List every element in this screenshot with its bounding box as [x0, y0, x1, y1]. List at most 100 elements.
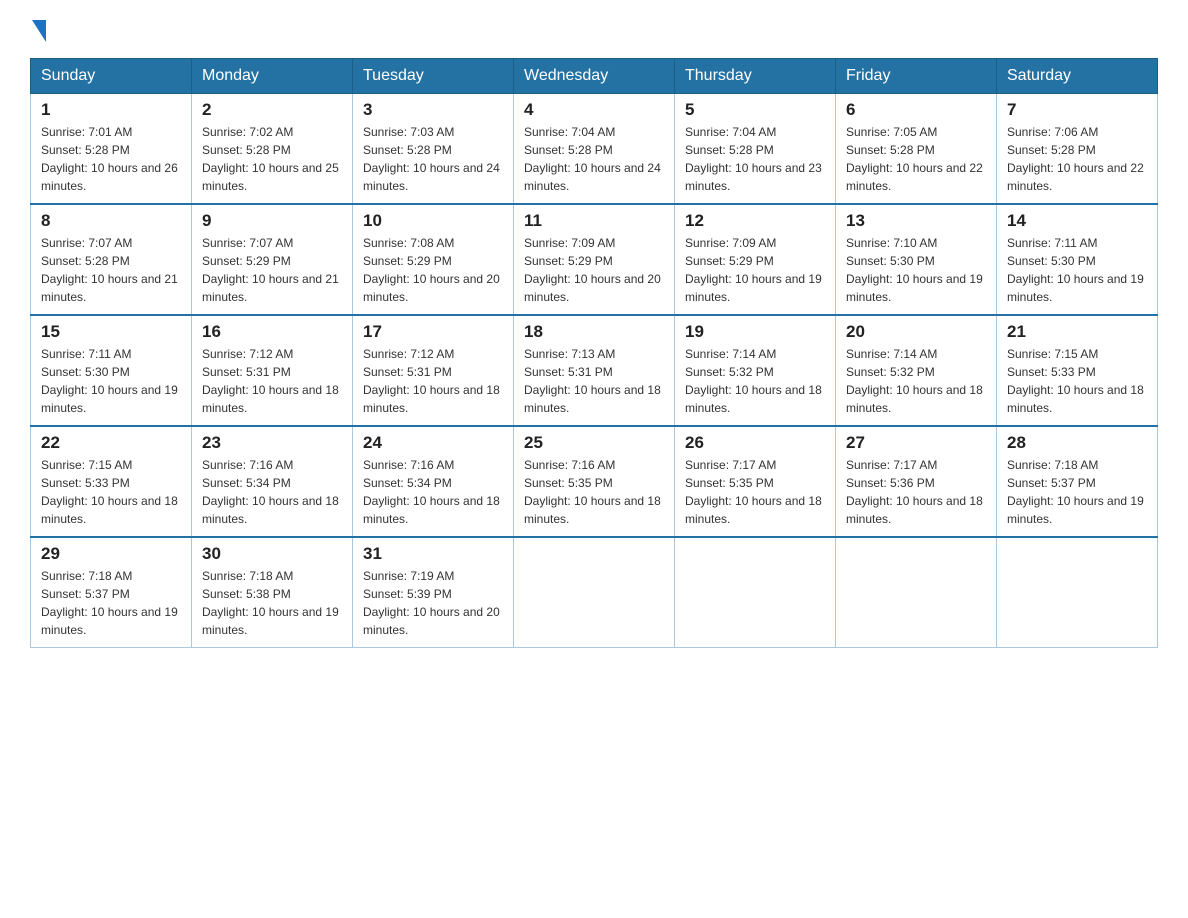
day-number: 26: [685, 433, 825, 453]
calendar-cell: 10 Sunrise: 7:08 AMSunset: 5:29 PMDaylig…: [353, 204, 514, 315]
day-header-friday: Friday: [836, 59, 997, 94]
calendar-cell: 25 Sunrise: 7:16 AMSunset: 5:35 PMDaylig…: [514, 426, 675, 537]
day-number: 9: [202, 211, 342, 231]
day-info: Sunrise: 7:09 AMSunset: 5:29 PMDaylight:…: [685, 234, 825, 306]
calendar-cell: 20 Sunrise: 7:14 AMSunset: 5:32 PMDaylig…: [836, 315, 997, 426]
day-info: Sunrise: 7:06 AMSunset: 5:28 PMDaylight:…: [1007, 123, 1147, 195]
logo: [30, 20, 48, 40]
day-number: 19: [685, 322, 825, 342]
week-row-3: 15 Sunrise: 7:11 AMSunset: 5:30 PMDaylig…: [31, 315, 1158, 426]
calendar-cell: 11 Sunrise: 7:09 AMSunset: 5:29 PMDaylig…: [514, 204, 675, 315]
calendar-cell: 23 Sunrise: 7:16 AMSunset: 5:34 PMDaylig…: [192, 426, 353, 537]
day-number: 20: [846, 322, 986, 342]
calendar-cell: [836, 537, 997, 648]
day-info: Sunrise: 7:16 AMSunset: 5:35 PMDaylight:…: [524, 456, 664, 528]
day-number: 31: [363, 544, 503, 564]
calendar-cell: 28 Sunrise: 7:18 AMSunset: 5:37 PMDaylig…: [997, 426, 1158, 537]
day-info: Sunrise: 7:09 AMSunset: 5:29 PMDaylight:…: [524, 234, 664, 306]
calendar-cell: 27 Sunrise: 7:17 AMSunset: 5:36 PMDaylig…: [836, 426, 997, 537]
day-number: 25: [524, 433, 664, 453]
calendar-cell: 18 Sunrise: 7:13 AMSunset: 5:31 PMDaylig…: [514, 315, 675, 426]
day-number: 4: [524, 100, 664, 120]
day-info: Sunrise: 7:12 AMSunset: 5:31 PMDaylight:…: [363, 345, 503, 417]
calendar-cell: 21 Sunrise: 7:15 AMSunset: 5:33 PMDaylig…: [997, 315, 1158, 426]
calendar-cell: 15 Sunrise: 7:11 AMSunset: 5:30 PMDaylig…: [31, 315, 192, 426]
day-number: 23: [202, 433, 342, 453]
week-row-5: 29 Sunrise: 7:18 AMSunset: 5:37 PMDaylig…: [31, 537, 1158, 648]
day-number: 15: [41, 322, 181, 342]
day-info: Sunrise: 7:05 AMSunset: 5:28 PMDaylight:…: [846, 123, 986, 195]
day-number: 30: [202, 544, 342, 564]
calendar-cell: 22 Sunrise: 7:15 AMSunset: 5:33 PMDaylig…: [31, 426, 192, 537]
day-info: Sunrise: 7:01 AMSunset: 5:28 PMDaylight:…: [41, 123, 181, 195]
day-number: 22: [41, 433, 181, 453]
day-header-tuesday: Tuesday: [353, 59, 514, 94]
calendar-cell: 7 Sunrise: 7:06 AMSunset: 5:28 PMDayligh…: [997, 94, 1158, 205]
calendar-cell: 26 Sunrise: 7:17 AMSunset: 5:35 PMDaylig…: [675, 426, 836, 537]
day-info: Sunrise: 7:14 AMSunset: 5:32 PMDaylight:…: [846, 345, 986, 417]
day-number: 29: [41, 544, 181, 564]
day-number: 17: [363, 322, 503, 342]
calendar-cell: 13 Sunrise: 7:10 AMSunset: 5:30 PMDaylig…: [836, 204, 997, 315]
day-info: Sunrise: 7:12 AMSunset: 5:31 PMDaylight:…: [202, 345, 342, 417]
day-info: Sunrise: 7:18 AMSunset: 5:38 PMDaylight:…: [202, 567, 342, 639]
week-row-1: 1 Sunrise: 7:01 AMSunset: 5:28 PMDayligh…: [31, 94, 1158, 205]
day-info: Sunrise: 7:14 AMSunset: 5:32 PMDaylight:…: [685, 345, 825, 417]
calendar-cell: 19 Sunrise: 7:14 AMSunset: 5:32 PMDaylig…: [675, 315, 836, 426]
calendar-cell: 5 Sunrise: 7:04 AMSunset: 5:28 PMDayligh…: [675, 94, 836, 205]
calendar-cell: 6 Sunrise: 7:05 AMSunset: 5:28 PMDayligh…: [836, 94, 997, 205]
day-number: 5: [685, 100, 825, 120]
day-number: 14: [1007, 211, 1147, 231]
day-info: Sunrise: 7:19 AMSunset: 5:39 PMDaylight:…: [363, 567, 503, 639]
day-number: 3: [363, 100, 503, 120]
day-info: Sunrise: 7:07 AMSunset: 5:29 PMDaylight:…: [202, 234, 342, 306]
day-info: Sunrise: 7:03 AMSunset: 5:28 PMDaylight:…: [363, 123, 503, 195]
day-header-saturday: Saturday: [997, 59, 1158, 94]
day-info: Sunrise: 7:15 AMSunset: 5:33 PMDaylight:…: [41, 456, 181, 528]
day-number: 28: [1007, 433, 1147, 453]
logo-text: [30, 20, 48, 42]
calendar-cell: 14 Sunrise: 7:11 AMSunset: 5:30 PMDaylig…: [997, 204, 1158, 315]
day-info: Sunrise: 7:18 AMSunset: 5:37 PMDaylight:…: [1007, 456, 1147, 528]
week-row-4: 22 Sunrise: 7:15 AMSunset: 5:33 PMDaylig…: [31, 426, 1158, 537]
day-info: Sunrise: 7:13 AMSunset: 5:31 PMDaylight:…: [524, 345, 664, 417]
days-header-row: SundayMondayTuesdayWednesdayThursdayFrid…: [31, 59, 1158, 94]
calendar-cell: [675, 537, 836, 648]
calendar-cell: 3 Sunrise: 7:03 AMSunset: 5:28 PMDayligh…: [353, 94, 514, 205]
logo-triangle-icon: [32, 20, 46, 42]
day-number: 7: [1007, 100, 1147, 120]
day-info: Sunrise: 7:17 AMSunset: 5:36 PMDaylight:…: [846, 456, 986, 528]
calendar-cell: 29 Sunrise: 7:18 AMSunset: 5:37 PMDaylig…: [31, 537, 192, 648]
calendar-cell: 24 Sunrise: 7:16 AMSunset: 5:34 PMDaylig…: [353, 426, 514, 537]
day-header-thursday: Thursday: [675, 59, 836, 94]
day-info: Sunrise: 7:11 AMSunset: 5:30 PMDaylight:…: [1007, 234, 1147, 306]
day-header-sunday: Sunday: [31, 59, 192, 94]
day-header-monday: Monday: [192, 59, 353, 94]
day-info: Sunrise: 7:11 AMSunset: 5:30 PMDaylight:…: [41, 345, 181, 417]
day-number: 8: [41, 211, 181, 231]
day-info: Sunrise: 7:08 AMSunset: 5:29 PMDaylight:…: [363, 234, 503, 306]
day-number: 10: [363, 211, 503, 231]
calendar-cell: 12 Sunrise: 7:09 AMSunset: 5:29 PMDaylig…: [675, 204, 836, 315]
calendar-table: SundayMondayTuesdayWednesdayThursdayFrid…: [30, 58, 1158, 648]
day-number: 16: [202, 322, 342, 342]
calendar-cell: 31 Sunrise: 7:19 AMSunset: 5:39 PMDaylig…: [353, 537, 514, 648]
day-info: Sunrise: 7:04 AMSunset: 5:28 PMDaylight:…: [685, 123, 825, 195]
day-info: Sunrise: 7:02 AMSunset: 5:28 PMDaylight:…: [202, 123, 342, 195]
day-number: 11: [524, 211, 664, 231]
calendar-cell: 8 Sunrise: 7:07 AMSunset: 5:28 PMDayligh…: [31, 204, 192, 315]
calendar-cell: 9 Sunrise: 7:07 AMSunset: 5:29 PMDayligh…: [192, 204, 353, 315]
day-number: 27: [846, 433, 986, 453]
day-info: Sunrise: 7:16 AMSunset: 5:34 PMDaylight:…: [363, 456, 503, 528]
day-header-wednesday: Wednesday: [514, 59, 675, 94]
calendar-cell: [514, 537, 675, 648]
day-info: Sunrise: 7:15 AMSunset: 5:33 PMDaylight:…: [1007, 345, 1147, 417]
day-info: Sunrise: 7:10 AMSunset: 5:30 PMDaylight:…: [846, 234, 986, 306]
day-info: Sunrise: 7:04 AMSunset: 5:28 PMDaylight:…: [524, 123, 664, 195]
day-number: 24: [363, 433, 503, 453]
day-number: 18: [524, 322, 664, 342]
day-number: 13: [846, 211, 986, 231]
day-info: Sunrise: 7:17 AMSunset: 5:35 PMDaylight:…: [685, 456, 825, 528]
page-header: [30, 20, 1158, 40]
calendar-cell: 16 Sunrise: 7:12 AMSunset: 5:31 PMDaylig…: [192, 315, 353, 426]
